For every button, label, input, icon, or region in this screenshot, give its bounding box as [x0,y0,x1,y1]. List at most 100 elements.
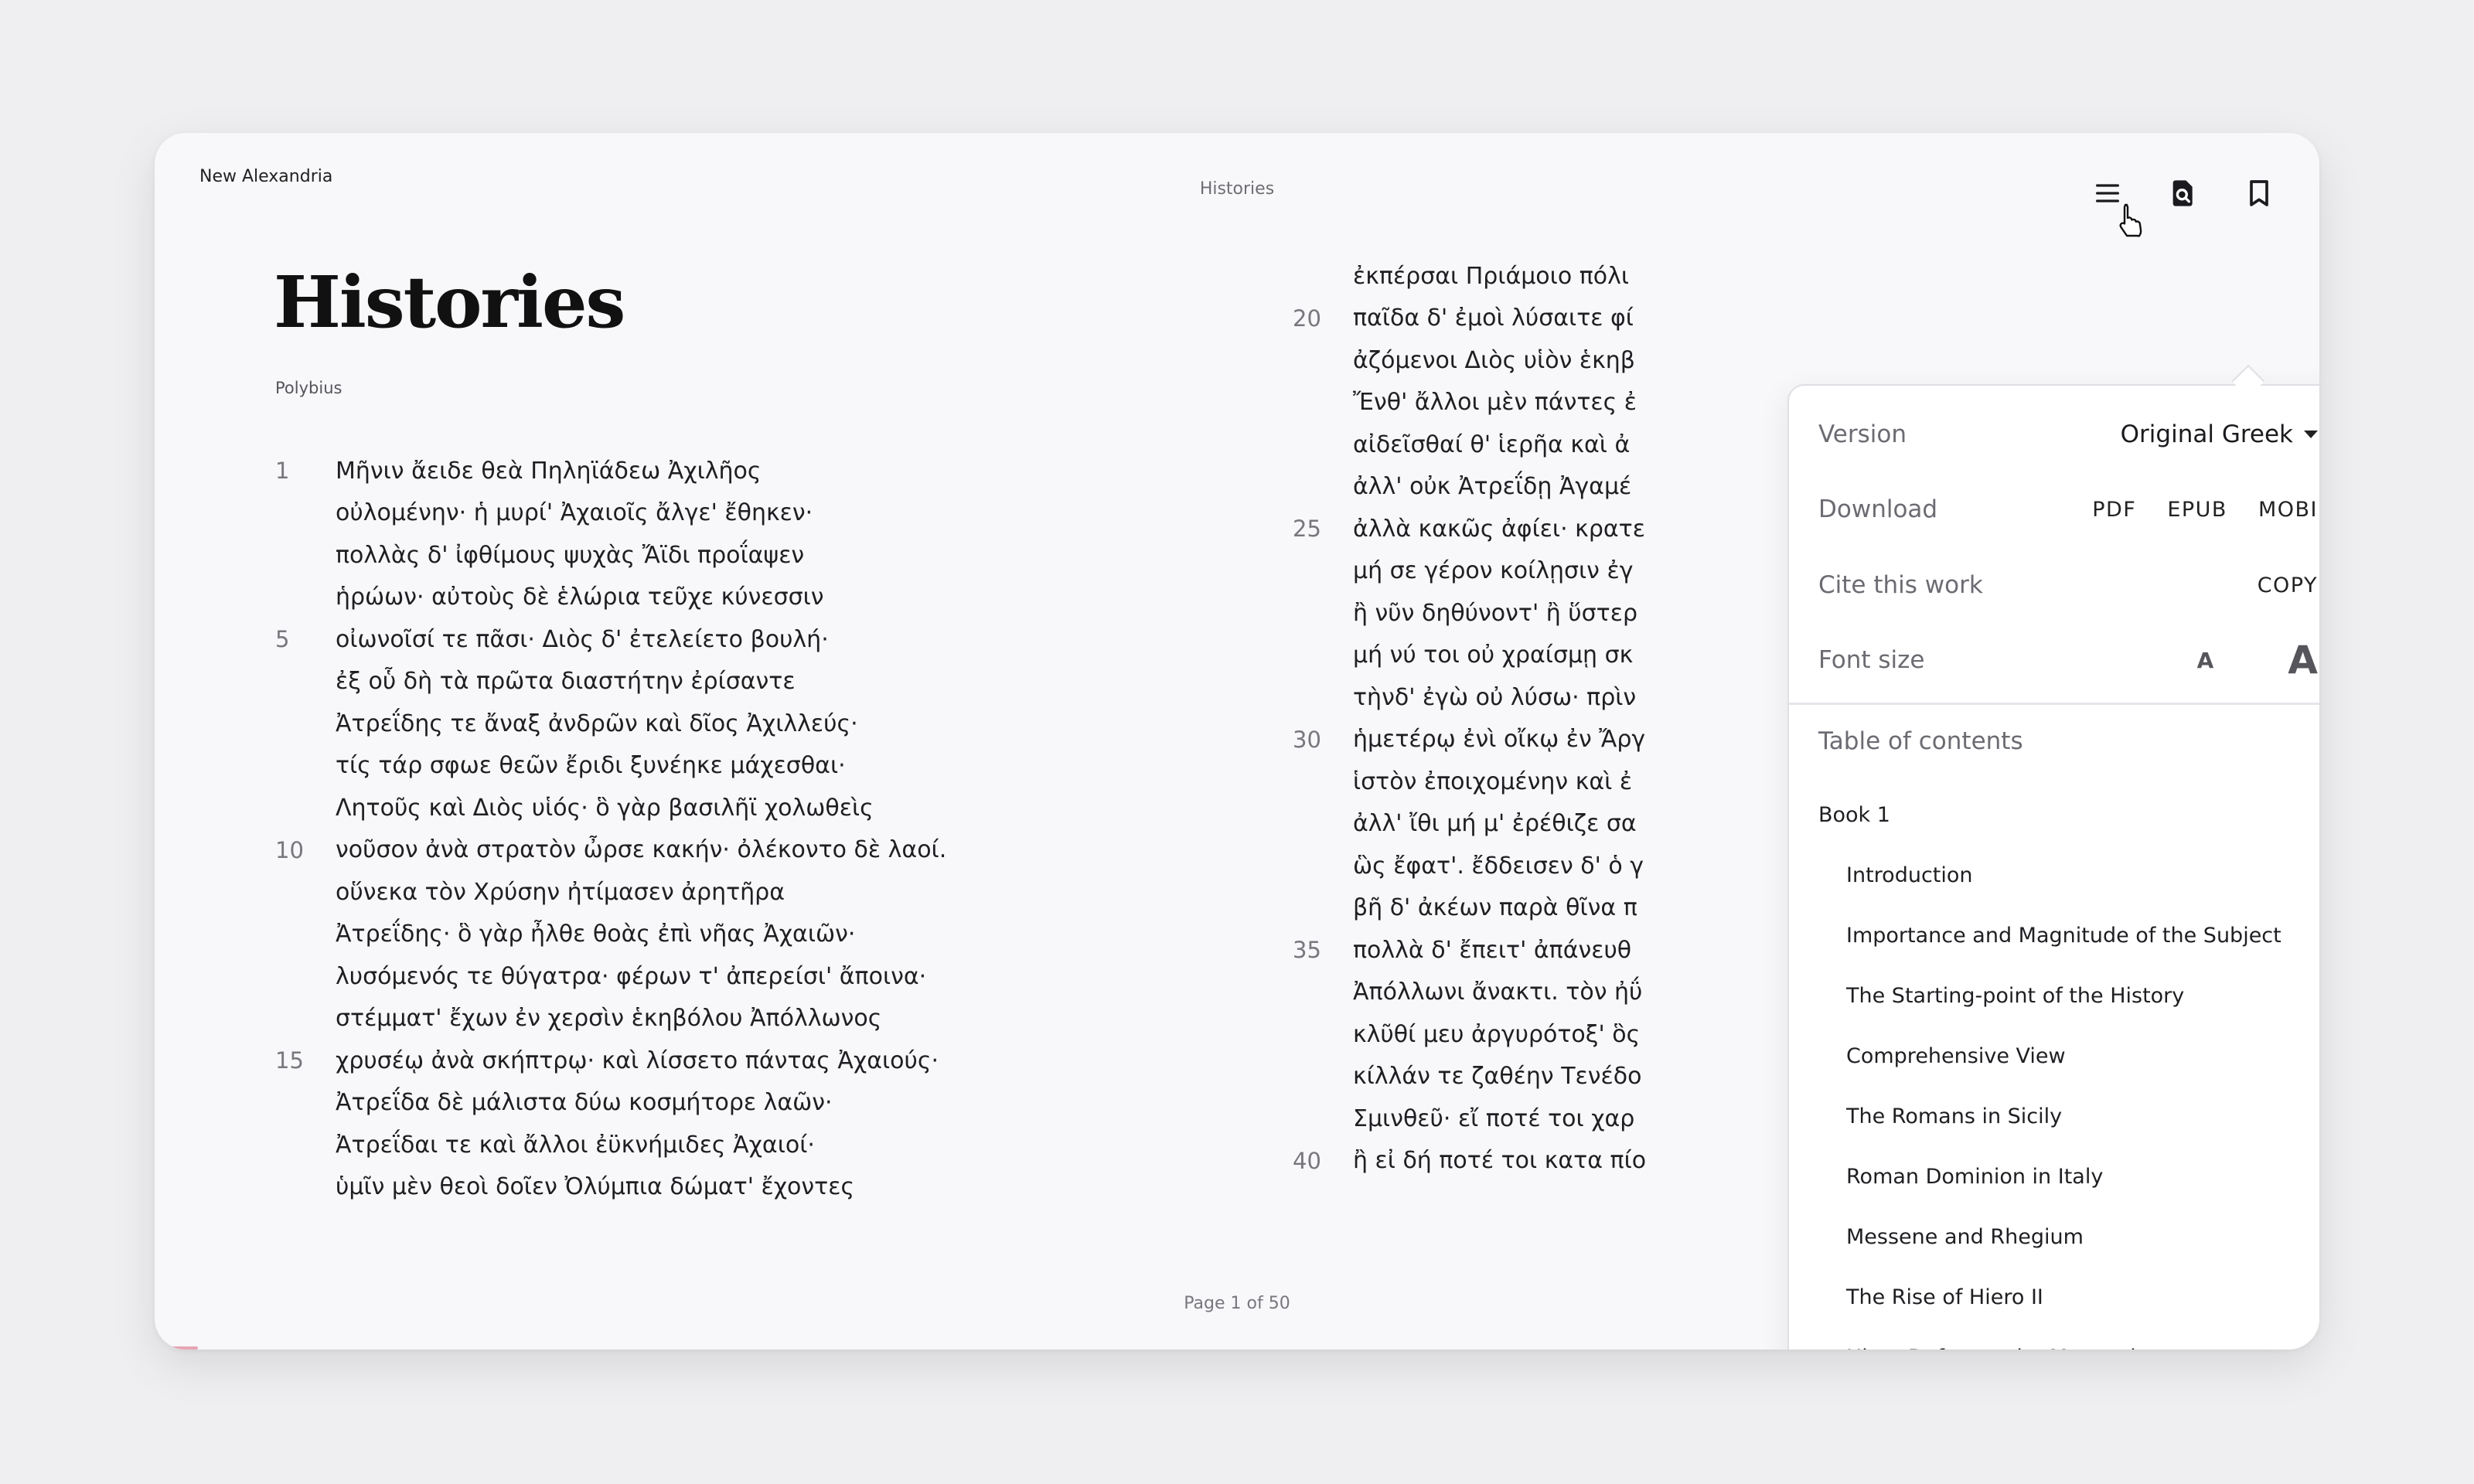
line-text: πολλὰς δ' ἰφθίμους ψυχὰς Ἄϊδι προΐαψεν [336,541,805,569]
verse-line: ἡρώων· αὐτοὺς δὲ ἑλώρια τεῦχε κύνεσσιν [275,577,1126,619]
line-text: ἀλλὰ κακῶς ἀφίει· κρατε [1353,515,1645,543]
download-mobi-button[interactable]: MOBI [2258,498,2318,522]
verse-line: ἀλλ' ἴθι μή μ' ἐρέθιζε σα [1293,803,1787,846]
line-text: οὐλομένην· ἡ μυρί' Ἀχαιοῖς ἄλγε' ἔθηκεν· [336,499,813,527]
verse-line: Ἀτρεΐδης· ὃ γὰρ ἦλθε θοὰς ἐπὶ νῆας Ἀχαιῶ… [275,914,1126,956]
verse-line: Ἀτρεΐδα δὲ μάλιστα δύω κοσμήτορε λαῶν· [275,1082,1126,1125]
cite-row: Cite this work COPY [1818,562,2318,608]
bookmark-button[interactable] [2237,172,2281,215]
bookmark-icon [2250,180,2268,206]
verse-line: Ἀτρεΐδαι τε καὶ ἄλλοι ἐϋκνήμιδες Ἀχαιοί· [275,1124,1126,1166]
verse-line: 25 ἀλλὰ κακῶς ἀφίει· κρατε [1293,508,1787,550]
cite-copy-button[interactable]: COPY [2258,574,2318,597]
line-text: μή σε γέρον κοίλῃσιν ἐγ [1353,557,1634,585]
line-number: 10 [275,836,304,863]
line-number: 15 [275,1047,304,1074]
download-label: Download [1818,495,1938,523]
verse-line: οὕνεκα τὸν Χρύσην ἠτίμασεν ἀρητῆρα [275,871,1126,914]
line-text: νοῦσον ἀνὰ στρατὸν ὦρσε κακήν· ὀλέκοντο … [336,836,947,864]
verse-line: 30 ἡμετέρῳ ἐνὶ οἴκῳ ἐν Ἄργ [1293,719,1787,761]
verse-line: τίς τάρ σφωε θεῶν ἔριδι ξυνέηκε μάχεσθαι… [275,745,1126,788]
line-number: 1 [275,458,290,485]
verse-line: Σμινθεῦ· εἴ ποτέ τοι χαρ [1293,1098,1787,1140]
font-decrease-button[interactable]: A [2197,648,2214,673]
line-text: Ἀτρεΐδης· ὃ γὰρ ἦλθε θοὰς ἐπὶ νῆας Ἀχαιῶ… [336,921,856,948]
version-select[interactable]: Original Greek [2121,420,2318,448]
line-number: 20 [1293,305,1321,332]
text-column-right: ἐκπέρσαι Πριάμοιο πόλι 20 παῖδα δ' ἐμοὶ λύ… [1293,255,1787,1182]
toc-chapter-item[interactable]: Introduction [1789,845,2319,905]
version-label: Version [1818,420,1907,448]
book-title: Histories [274,260,625,344]
search-button[interactable] [2162,172,2205,215]
download-epub-button[interactable]: EPUB [2167,498,2227,522]
book-author: Polybius [275,379,342,397]
search-document-icon [2172,180,2193,206]
line-number: 40 [1293,1147,1321,1174]
settings-popover: Version Original Greek Download PDF EPUB… [1787,384,2319,1350]
line-text: ὑμῖν μὲν θεοὶ δοῖεν Ὀλύμπια δώματ' ἔχοντ… [336,1173,855,1201]
toc-chapter-item[interactable]: Hiero Defeates the Mamertines [1789,1327,2319,1350]
line-text: παῖδα δ' ἐμοὶ λύσαιτε φί [1353,305,1634,332]
verse-line: ἱστὸν ἐποιχομένην καὶ ἐ [1293,761,1787,803]
toc-chapter-item[interactable]: The Starting-point of the History [1789,965,2319,1026]
reader-window: New Alexandria Histories Histories Polyb… [155,133,2319,1350]
line-text: Ἀτρεΐδης τε ἄναξ ἀνδρῶν καὶ δῖος Ἀχιλλεύ… [336,710,858,737]
verse-line: 35 πολλὰ δ' ἔπειτ' ἀπάνευθ [1293,929,1787,972]
line-text: Ἀτρεΐδα δὲ μάλιστα δύω κοσμήτορε λαῶν· [336,1089,833,1117]
line-text: ἡρώων· αὐτοὺς δὲ ἑλώρια τεῦχε κύνεσσιν [336,584,824,611]
line-text: ἀλλ' ἴθι μή μ' ἐρέθιζε σα [1353,810,1637,838]
verse-line: 40 ἢ εἰ δή ποτέ τοι κατα πίο [1293,1140,1787,1183]
verse-line: 15 χρυσέῳ ἀνὰ σκήπτρῳ· καὶ λίσσετο πάντας… [275,1040,1126,1082]
line-text: βῆ δ' ἀκέων παρὰ θῖνα π [1353,894,1637,922]
line-text: ὣς ἔφατ'. ἔδδεισεν δ' ὁ γ [1353,852,1644,880]
line-text: τίς τάρ σφωε θεῶν ἔριδι ξυνέηκε μάχεσθαι… [336,752,846,780]
toc-chapter-item[interactable]: The Rise of Hiero II [1789,1267,2319,1327]
verse-line: οὐλομένην· ἡ μυρί' Ἀχαιοῖς ἄλγε' ἔθηκεν· [275,492,1126,535]
verse-line: 20 παῖδα δ' ἐμοὶ λύσαιτε φί [1293,298,1787,340]
line-text: κλῦθί μευ ἀργυρότοξ' ὃς [1353,1020,1641,1048]
line-text: Λητοῦς καὶ Διὸς υἱός· ὃ γὰρ βασιλῆϊ χολω… [336,794,874,822]
menu-button[interactable] [2086,172,2129,215]
line-text: τὴνδ' ἐγὼ οὐ λύσω· πρὶν [1353,683,1637,711]
verse-line: Λητοῦς καὶ Διὸς υἱός· ὃ γὰρ βασιλῆϊ χολω… [275,787,1126,829]
line-text: χρυσέῳ ἀνὰ σκήπτρῳ· καὶ λίσσετο πάντας Ἀ… [336,1047,939,1074]
popover-divider [1789,703,2319,705]
line-number: 5 [275,626,290,653]
line-text: ἐκπέρσαι Πριάμοιο πόλι [1353,262,1630,290]
toc-chapter-item[interactable]: Importance and Magnitude of the Subject [1789,905,2319,965]
verse-line: Ἀπόλλωνι ἄνακτι. τὸν ἠΰ [1293,972,1787,1014]
toc-book-item[interactable]: Book 1 [1789,785,2319,845]
verse-line: Ἔνθ' ἄλλοι μὲν πάντες ἐ [1293,382,1787,424]
line-text: αἰδεῖσθαί θ' ἱερῆα καὶ ἀ [1353,431,1631,458]
text-column-left: 1 Μῆνιν ἄειδε θεὰ Πηληϊάδεω Ἀχιλῆος οὐλομέ… [275,450,1126,1208]
page-indicator: Page 1 of 50 [1184,1294,1290,1313]
line-text: Μῆνιν ἄειδε θεὰ Πηληϊάδεω Ἀχιλῆος [336,457,762,485]
line-text: Σμινθεῦ· εἴ ποτέ τοι χαρ [1353,1104,1635,1132]
line-text: ἀλλ' οὐκ Ἀτρεΐδῃ Ἀγαμέ [1353,473,1632,501]
line-text: Ἀτρεΐδαι τε καὶ ἄλλοι ἐϋκνήμιδες Ἀχαιοί· [336,1131,815,1159]
toc-chapter-item[interactable]: The Romans in Sicily [1789,1086,2319,1146]
verse-line: Ἀτρεΐδης τε ἄναξ ἀνδρῶν καὶ δῖος Ἀχιλλεύ… [275,703,1126,745]
version-row: Version Original Greek [1818,411,2318,458]
verse-line: ἀλλ' οὐκ Ἀτρεΐδῃ Ἀγαμέ [1293,466,1787,509]
verse-line: μή νύ τοι οὐ χραίσμῃ σκ [1293,635,1787,677]
verse-line: τὴνδ' ἐγὼ οὐ λύσω· πρὶν [1293,676,1787,719]
line-text: ἱστὸν ἐποιχομένην καὶ ἐ [1353,768,1633,795]
line-text: ἀζόμενοι Διὸς υἱὸν ἑκηβ [1353,346,1635,374]
brand-name[interactable]: New Alexandria [199,167,332,186]
line-number: 30 [1293,726,1321,753]
font-increase-button[interactable]: A [2288,638,2318,682]
verse-line: αἰδεῖσθαί θ' ἱερῆα καὶ ἀ [1293,424,1787,466]
toc-chapter-item[interactable]: Comprehensive View [1789,1026,2319,1086]
line-text: ἡμετέρῳ ἐνὶ οἴκῳ ἐν Ἄργ [1353,726,1646,754]
toc-chapter-item[interactable]: Messene and Rhegium [1789,1207,2319,1267]
verse-line: μή σε γέρον κοίλῃσιν ἐγ [1293,550,1787,593]
download-pdf-button[interactable]: PDF [2092,498,2136,522]
verse-line: πολλὰς δ' ἰφθίμους ψυχὰς Ἄϊδι προΐαψεν [275,534,1126,577]
verse-line: 10 νοῦσον ἀνὰ στρατὸν ὦρσε κακήν· ὀλέκοντ… [275,829,1126,872]
line-number: 25 [1293,516,1321,543]
verse-line: ἐκπέρσαι Πριάμοιο πόλι [1293,255,1787,298]
toc-chapter-item[interactable]: Roman Dominion in Italy [1789,1146,2319,1207]
font-size-row: Font size A A [1818,637,2318,683]
